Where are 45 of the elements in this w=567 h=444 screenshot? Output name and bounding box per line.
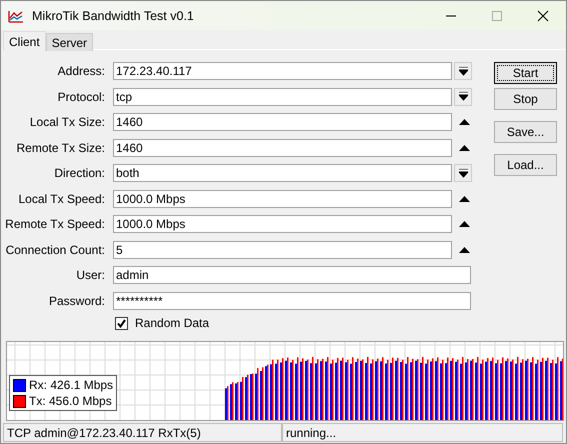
up-arrow-icon[interactable] — [458, 119, 470, 125]
checkbox-label: Random Data — [135, 316, 210, 330]
up-arrow-icon[interactable] — [458, 196, 470, 202]
dropdown-arrow-icon — [458, 66, 468, 76]
dropdown-button[interactable] — [454, 62, 472, 80]
field-label: Connection Count: — [4, 242, 106, 256]
input-field[interactable]: ********** — [113, 292, 471, 310]
input-field[interactable]: admin — [113, 266, 471, 284]
button[interactable]: Stop — [494, 88, 557, 110]
tab[interactable]: Server — [46, 33, 94, 51]
input-field[interactable]: both — [113, 164, 452, 182]
field-label: Password: — [48, 294, 106, 308]
field-label: Remote Tx Speed: — [4, 217, 106, 231]
field-label: Remote Tx Size: — [16, 140, 106, 154]
up-arrow-icon[interactable] — [458, 221, 470, 227]
field-label: User: — [75, 268, 106, 282]
graph-icon — [8, 8, 24, 22]
field-label: Address: — [56, 64, 106, 78]
button[interactable]: Start — [494, 62, 557, 84]
up-arrow-icon[interactable] — [458, 144, 470, 150]
input-field[interactable]: tcp — [113, 88, 452, 106]
button[interactable]: Load... — [494, 154, 557, 176]
legend-label: Rx: 426.1 Mbps — [29, 378, 114, 392]
field-label: Protocol: — [56, 90, 106, 104]
input-field[interactable]: 1000.0 Mbps — [113, 215, 452, 233]
tab[interactable]: Client — [3, 31, 46, 51]
input-field[interactable]: 5 — [113, 240, 452, 258]
window-title: MikroTik Bandwidth Test v0.1 — [32, 8, 195, 22]
dropdown-arrow-icon — [458, 92, 468, 101]
input-field[interactable]: 172.23.40.117 — [113, 62, 452, 80]
dropdown-arrow-icon — [458, 168, 468, 178]
button[interactable]: Save... — [494, 121, 557, 143]
checkbox[interactable] — [115, 316, 128, 330]
up-arrow-icon[interactable] — [458, 246, 470, 252]
dropdown-button[interactable] — [454, 88, 472, 106]
field-label: Direction: — [53, 166, 106, 180]
status-text: TCP admin@172.23.40.117 RxTx(5) — [3, 423, 282, 442]
status-text: running... — [282, 423, 563, 442]
legend-label: Tx: 456.0 Mbps — [29, 394, 112, 408]
input-field[interactable]: 1000.0 Mbps — [113, 190, 452, 208]
field-label: Local Tx Size: — [28, 115, 106, 129]
input-field[interactable]: 1460 — [113, 113, 452, 131]
field-label: Local Tx Speed: — [17, 192, 106, 206]
dropdown-button[interactable] — [454, 164, 472, 182]
input-field[interactable]: 1460 — [113, 138, 452, 156]
